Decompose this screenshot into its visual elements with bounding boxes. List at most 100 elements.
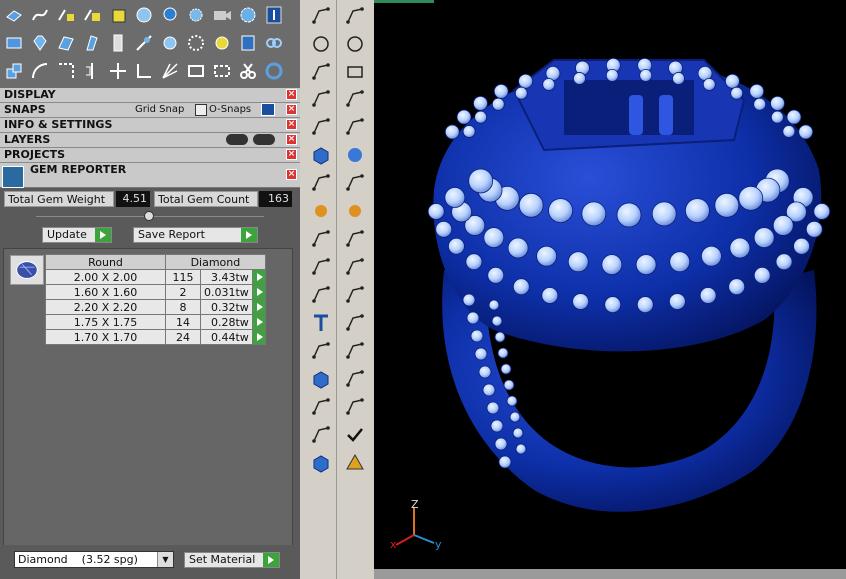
box-primitive-icon[interactable] [308,142,334,168]
surface-tool-icon[interactable] [2,31,26,55]
settings-gear-icon[interactable] [236,3,260,27]
line-tool-icon[interactable] [308,3,334,29]
save-report-button[interactable]: Save Report [133,227,258,243]
o-snaps-checkbox[interactable] [195,104,207,116]
cutter-tool-icon[interactable] [132,31,156,55]
align-tool-icon[interactable] [342,226,368,252]
move-tool-icon[interactable] [106,59,130,83]
gem-cluster-icon[interactable] [132,3,156,27]
rectangle-tool-icon[interactable] [342,59,368,85]
chevron-down-icon[interactable]: ▼ [157,552,173,567]
control-points-icon[interactable] [308,114,334,140]
sphere-primitive-icon[interactable] [342,142,368,168]
o-snaps-toggle[interactable]: O-Snaps [209,103,251,117]
extrude-tool-icon[interactable] [2,3,26,27]
scale-tool-icon[interactable] [132,59,156,83]
projects-section[interactable]: PROJECTS × [0,148,300,163]
gem [494,331,506,343]
dots-grid-icon[interactable] [236,31,260,55]
info-settings-section[interactable]: INFO & SETTINGS × [0,118,300,133]
measure-tool-icon[interactable] [342,394,368,420]
display-section[interactable]: DISPLAY × [0,88,300,103]
explode-tool-icon[interactable] [342,198,368,224]
3d-viewport[interactable]: Z x y [374,0,846,579]
select-gems-button[interactable] [251,329,266,345]
polygon-tool-icon[interactable] [308,86,334,112]
update-button[interactable]: Update [42,227,112,243]
offset-curve-icon[interactable] [54,59,78,83]
edit-tool-icon[interactable] [342,338,368,364]
ellipse-tool-icon[interactable] [342,31,368,57]
scale-points-icon[interactable] [342,310,368,336]
boolean-tool-icon[interactable] [2,59,26,83]
dots-tool-icon[interactable] [342,254,368,280]
select-point-icon[interactable] [342,3,368,29]
close-icon[interactable]: × [286,119,297,130]
gem-reporter-header[interactable]: GEM REPORTER × [0,163,300,188]
camera-icon[interactable] [210,3,234,27]
cube-solid-icon[interactable] [308,450,334,476]
close-icon[interactable]: × [286,169,297,180]
render-icon[interactable] [342,450,368,476]
curve-tool-icon[interactable] [28,3,52,27]
ring-tool-icon[interactable] [262,59,286,83]
array-tool-icon[interactable] [308,338,334,364]
fillet-tool-icon[interactable] [342,86,368,112]
collapse-handle-icon[interactable] [144,211,154,221]
select-gems-button[interactable] [251,269,266,285]
group-tool-icon[interactable] [184,59,208,83]
material-select[interactable]: Diamond (3.52 spg) ▼ [14,551,174,568]
mesh-tool-icon[interactable] [106,3,130,27]
bezel-tool-icon[interactable] [54,31,78,55]
shell-tool-icon[interactable] [308,422,334,448]
surface-patch-icon[interactable] [342,170,368,196]
cluster-tool-icon[interactable] [308,254,334,280]
project-tool-icon[interactable] [308,226,334,252]
gem-ring-icon[interactable] [184,31,208,55]
ungroup-tool-icon[interactable] [210,59,234,83]
snaps-settings-icon[interactable] [261,103,275,116]
twist-tool-icon[interactable] [342,282,368,308]
arc-tool-icon[interactable] [28,59,52,83]
layers-section[interactable]: LAYERS × [0,133,300,148]
diamond-icon[interactable] [28,31,52,55]
eye-icon[interactable] [253,134,275,145]
pipe-tool-icon[interactable] [342,114,368,140]
shear-tool-icon[interactable] [158,59,182,83]
snaps-section[interactable]: SNAPS Grid Snap O-Snaps × [0,103,300,118]
close-icon[interactable]: × [286,89,297,100]
polyline-tool-icon[interactable] [308,59,334,85]
gear-gem-icon[interactable] [184,3,208,27]
solid-box-icon[interactable] [308,366,334,392]
cylinder-primitive-icon[interactable] [308,170,334,196]
add-point-tool-icon[interactable] [54,3,78,27]
select-gems-button[interactable] [251,299,266,315]
grid-point-tool-icon[interactable] [80,3,104,27]
place-on-curve-icon[interactable] [342,366,368,392]
prong-tool-icon[interactable] [80,31,104,55]
panel-toggle-icon[interactable] [262,3,286,27]
text-tool-icon[interactable] [308,310,334,336]
ring-model[interactable]: Z x y [374,0,846,569]
select-gems-button[interactable] [251,284,266,300]
gem [435,220,453,238]
gem-drop-icon[interactable] [158,3,182,27]
chain-icon[interactable] [262,31,286,55]
close-icon[interactable]: × [286,104,297,115]
mirror-tool-icon[interactable] [80,59,104,83]
circle-tool-icon[interactable] [308,31,334,57]
cut-tool-icon[interactable] [236,59,260,83]
grid-snap-toggle[interactable]: Grid Snap [135,103,184,117]
puzzle-tool-icon[interactable] [308,198,334,224]
shank-tool-icon[interactable] [106,31,130,55]
select-gems-button[interactable] [251,314,266,330]
pave-tool-icon[interactable] [158,31,182,55]
bend-tool-icon[interactable] [308,282,334,308]
puzzle-gem-icon[interactable] [210,31,234,55]
close-icon[interactable]: × [286,134,297,145]
check-icon[interactable] [342,422,368,448]
set-material-button[interactable]: Set Material [184,552,280,568]
close-icon[interactable]: × [286,149,297,160]
grid-array-icon[interactable] [308,394,334,420]
layer-lock-icon[interactable] [226,134,248,145]
